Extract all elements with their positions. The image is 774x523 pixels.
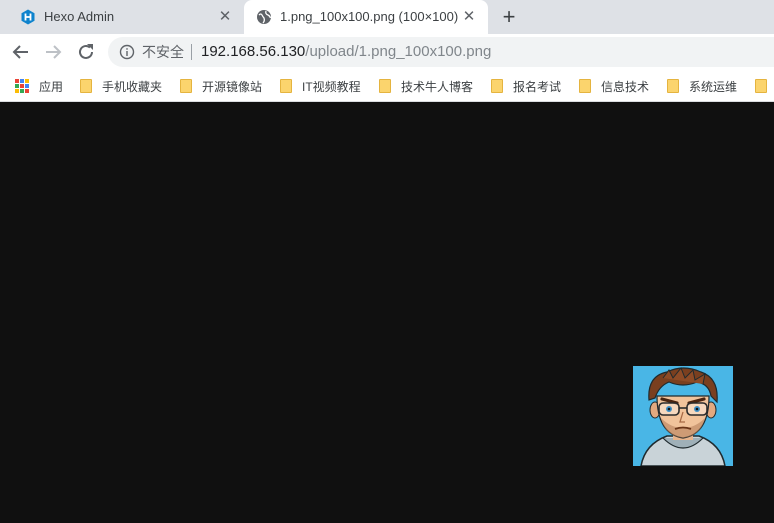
reload-icon[interactable] [75, 41, 97, 63]
globe-icon [257, 10, 272, 24]
url-host: 192.168.56.130 [201, 43, 306, 60]
folder-icon [280, 79, 292, 93]
apps-grid-icon [15, 79, 29, 93]
tab-hexo-admin[interactable]: Hexo Admin ✕ [8, 0, 244, 34]
bookmark-folder[interactable]: 开源镜像站 [180, 76, 262, 96]
tab-image[interactable]: 1.png_100x100.png (100×100) ✕ [244, 0, 488, 34]
bookmark-folder[interactable]: IT视频教程 [280, 76, 361, 96]
bookmark-folder[interactable] [755, 76, 774, 96]
bookmark-label: 报名考试 [513, 79, 562, 94]
url-path: /upload/1.png_100x100.png [305, 43, 492, 60]
image-viewer [0, 103, 774, 523]
bookmark-folder[interactable]: 系统运维 [667, 76, 737, 96]
bookmark-label: 开源镜像站 [202, 79, 263, 94]
folder-icon [80, 79, 92, 93]
bookmark-folder[interactable]: 报名考试 [491, 76, 561, 96]
bookmark-label: 应用 [39, 79, 64, 94]
bookmark-folder[interactable]: 技术牛人博客 [379, 76, 473, 96]
bookmark-label: 信息技术 [601, 79, 650, 94]
address-bar[interactable]: 不安全 192.168.56.130/upload/1.png_100x100.… [108, 37, 774, 67]
address-separator [191, 44, 192, 60]
security-status-label[interactable]: 不安全 [142, 45, 184, 60]
folder-icon [667, 79, 679, 93]
close-tab-icon[interactable]: ✕ [216, 8, 234, 26]
tab-title: Hexo Admin [44, 9, 115, 24]
tab-title: 1.png_100x100.png (100×100) [280, 9, 459, 24]
avatar-image[interactable] [633, 366, 733, 466]
bookmarks-bar: 应用 手机收藏夹 开源镜像站 IT视频教程 技术牛人博客 报名考试 信息技术 系… [0, 70, 774, 102]
folder-icon [491, 79, 503, 93]
new-tab-button[interactable]: + [498, 6, 520, 28]
bookmark-folder[interactable]: 手机收藏夹 [80, 76, 162, 96]
folder-icon [379, 79, 391, 93]
hexo-logo-icon [21, 9, 35, 25]
bookmark-label: 手机收藏夹 [102, 79, 163, 94]
bookmark-apps[interactable]: 应用 [15, 76, 63, 96]
bookmark-folder[interactable]: 信息技术 [579, 76, 649, 96]
forward-arrow-icon[interactable] [42, 41, 64, 63]
bookmark-label: 系统运维 [689, 79, 738, 94]
close-tab-icon[interactable]: ✕ [460, 8, 478, 26]
folder-icon [180, 79, 192, 93]
toolbar: 不安全 192.168.56.130/upload/1.png_100x100.… [0, 34, 774, 70]
bookmark-label: IT视频教程 [302, 79, 361, 94]
url-text[interactable]: 192.168.56.130/upload/1.png_100x100.png [201, 44, 491, 60]
folder-icon [755, 79, 767, 93]
tab-strip: Hexo Admin ✕ 1.png_100x100.png (100×100)… [0, 0, 774, 34]
folder-icon [579, 79, 591, 93]
info-icon[interactable] [119, 44, 135, 60]
bookmark-label: 技术牛人博客 [401, 79, 474, 94]
back-arrow-icon[interactable] [10, 41, 32, 63]
